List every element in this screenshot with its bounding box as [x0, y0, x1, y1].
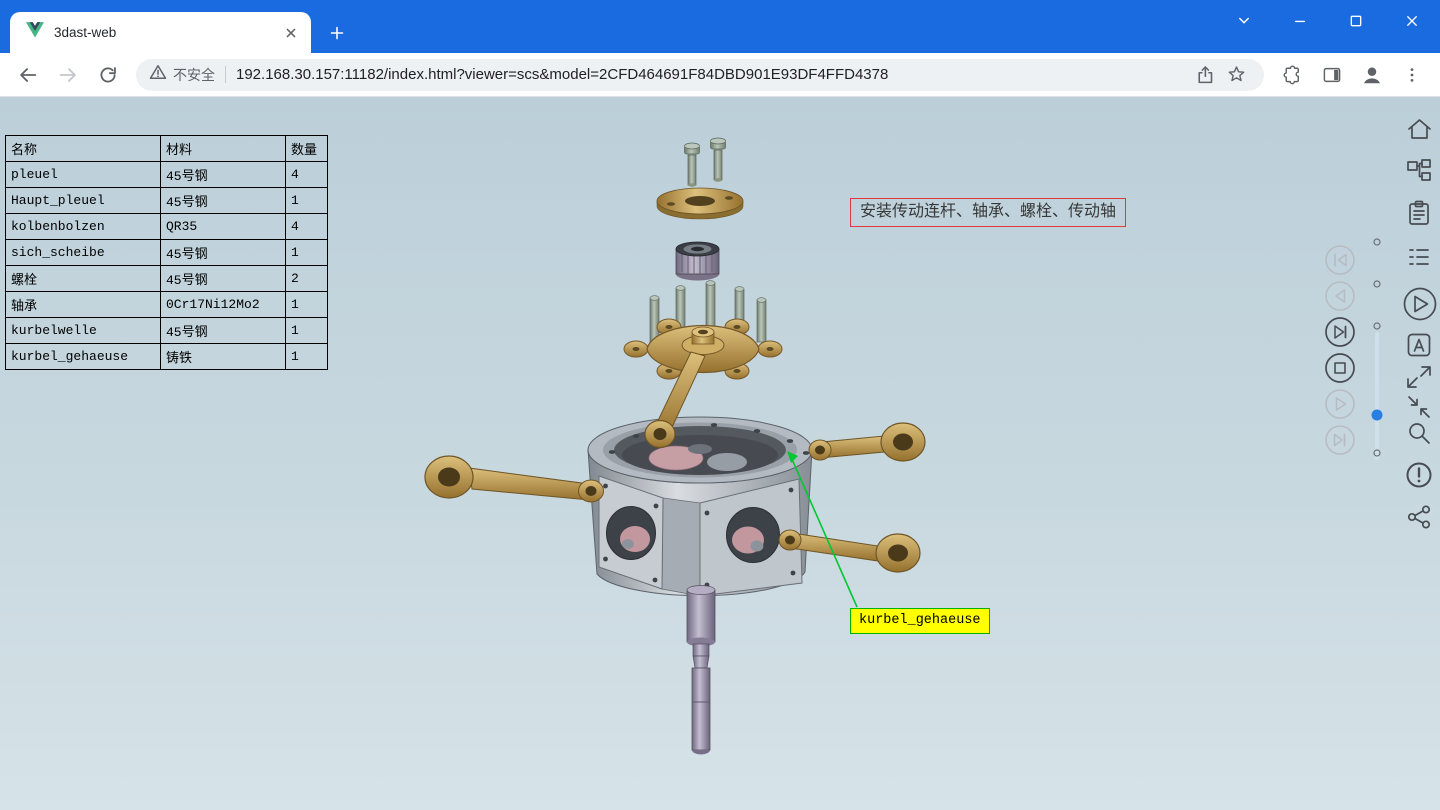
- model-assembly[interactable]: [425, 138, 925, 755]
- table-header-row: 名称 材料 数量: [6, 136, 328, 162]
- bom-table: 名称 材料 数量 pleuel45号钢4 Haupt_pleuel45号钢1 k…: [5, 135, 328, 370]
- model-stud-plate[interactable]: [624, 281, 782, 379]
- warning-icon[interactable]: [1408, 464, 1431, 487]
- home-icon[interactable]: [1409, 120, 1430, 138]
- table-row[interactable]: pleuel45号钢4: [6, 162, 328, 188]
- forward-button[interactable]: [51, 58, 85, 92]
- url-text[interactable]: 192.168.30.157:11182/index.html?viewer=s…: [236, 66, 1188, 83]
- list-icon[interactable]: [1410, 250, 1428, 264]
- skip-to-start-button[interactable]: [1326, 246, 1354, 274]
- column-header: 材料: [161, 136, 286, 162]
- part-label: kurbel_gehaeuse: [850, 608, 990, 634]
- back-button[interactable]: [11, 58, 45, 92]
- table-row[interactable]: 轴承0Cr17Ni12Mo21: [6, 292, 328, 318]
- step-annotation: 安装传动连杆、轴承、螺栓、传动轴: [850, 198, 1126, 227]
- model-upper-right-rod[interactable]: [809, 423, 925, 461]
- model-washer[interactable]: [657, 188, 743, 219]
- playback-controls: [1326, 246, 1354, 454]
- share-page-icon[interactable]: [1188, 59, 1220, 91]
- model-bolts[interactable]: [685, 138, 726, 187]
- skip-to-end-button[interactable]: [1326, 426, 1354, 454]
- new-tab-button[interactable]: [323, 19, 351, 47]
- bookmark-star-icon[interactable]: [1220, 59, 1252, 91]
- expand-arrows-icon[interactable]: [1408, 367, 1430, 387]
- reload-button[interactable]: [91, 58, 125, 92]
- slider-thumb[interactable]: [1372, 410, 1383, 421]
- tab-close-icon[interactable]: [281, 23, 301, 43]
- table-row[interactable]: 螺栓45号钢2: [6, 266, 328, 292]
- stop-button[interactable]: [1326, 354, 1354, 382]
- model-bearing[interactable]: [676, 242, 719, 281]
- progress-slider[interactable]: [1372, 239, 1383, 458]
- share-icon[interactable]: [1409, 506, 1429, 527]
- close-window-button[interactable]: [1384, 0, 1440, 42]
- table-row[interactable]: kolbenbolzenQR354: [6, 214, 328, 240]
- address-bar[interactable]: 不安全 192.168.30.157:11182/index.html?view…: [136, 59, 1264, 91]
- side-toolbar: [1405, 120, 1436, 528]
- step-back-button[interactable]: [1326, 282, 1354, 310]
- structure-tree-icon[interactable]: [1408, 160, 1430, 180]
- vue-favicon-icon: [26, 22, 44, 43]
- browser-menu-icon[interactable]: [1392, 57, 1432, 93]
- minimize-button[interactable]: [1272, 0, 1328, 42]
- security-label: 不安全: [173, 65, 215, 85]
- column-header: 名称: [6, 136, 161, 162]
- browser-toolbar: 不安全 192.168.30.157:11182/index.html?view…: [0, 53, 1440, 97]
- column-header: 数量: [286, 136, 328, 162]
- profile-avatar[interactable]: [1352, 57, 1392, 93]
- extensions-puzzle-icon[interactable]: [1272, 57, 1312, 93]
- clipboard-icon[interactable]: [1410, 202, 1428, 225]
- play-step-button[interactable]: [1326, 318, 1354, 346]
- not-secure-warning-icon: [148, 62, 168, 87]
- browser-titlebar: 3dast-web: [0, 0, 1440, 53]
- tab-search-chevron-icon[interactable]: [1222, 0, 1266, 42]
- annotation-text-icon[interactable]: [1409, 335, 1430, 356]
- table-row[interactable]: kurbelwelle45号钢1: [6, 318, 328, 344]
- zoom-icon[interactable]: [1410, 424, 1429, 443]
- play-button[interactable]: [1326, 390, 1354, 418]
- tab-title: 3dast-web: [54, 25, 281, 40]
- model-crankcase[interactable]: [588, 417, 812, 596]
- side-panel-icon[interactable]: [1312, 57, 1352, 93]
- table-row[interactable]: Haupt_pleuel45号钢1: [6, 188, 328, 214]
- maximize-button[interactable]: [1328, 0, 1384, 42]
- viewer-canvas[interactable]: 名称 材料 数量 pleuel45号钢4 Haupt_pleuel45号钢1 k…: [0, 97, 1440, 810]
- omnibox-divider: [225, 66, 226, 83]
- table-row[interactable]: sich_scheibe45号钢1: [6, 240, 328, 266]
- model-left-rod[interactable]: [425, 456, 604, 502]
- model-crankshaft[interactable]: [687, 586, 715, 755]
- browser-tab[interactable]: 3dast-web: [10, 12, 311, 53]
- play-animation-icon[interactable]: [1405, 289, 1436, 320]
- table-row[interactable]: kurbel_gehaeuse铸铁1: [6, 344, 328, 370]
- collapse-arrows-icon[interactable]: [1409, 397, 1429, 417]
